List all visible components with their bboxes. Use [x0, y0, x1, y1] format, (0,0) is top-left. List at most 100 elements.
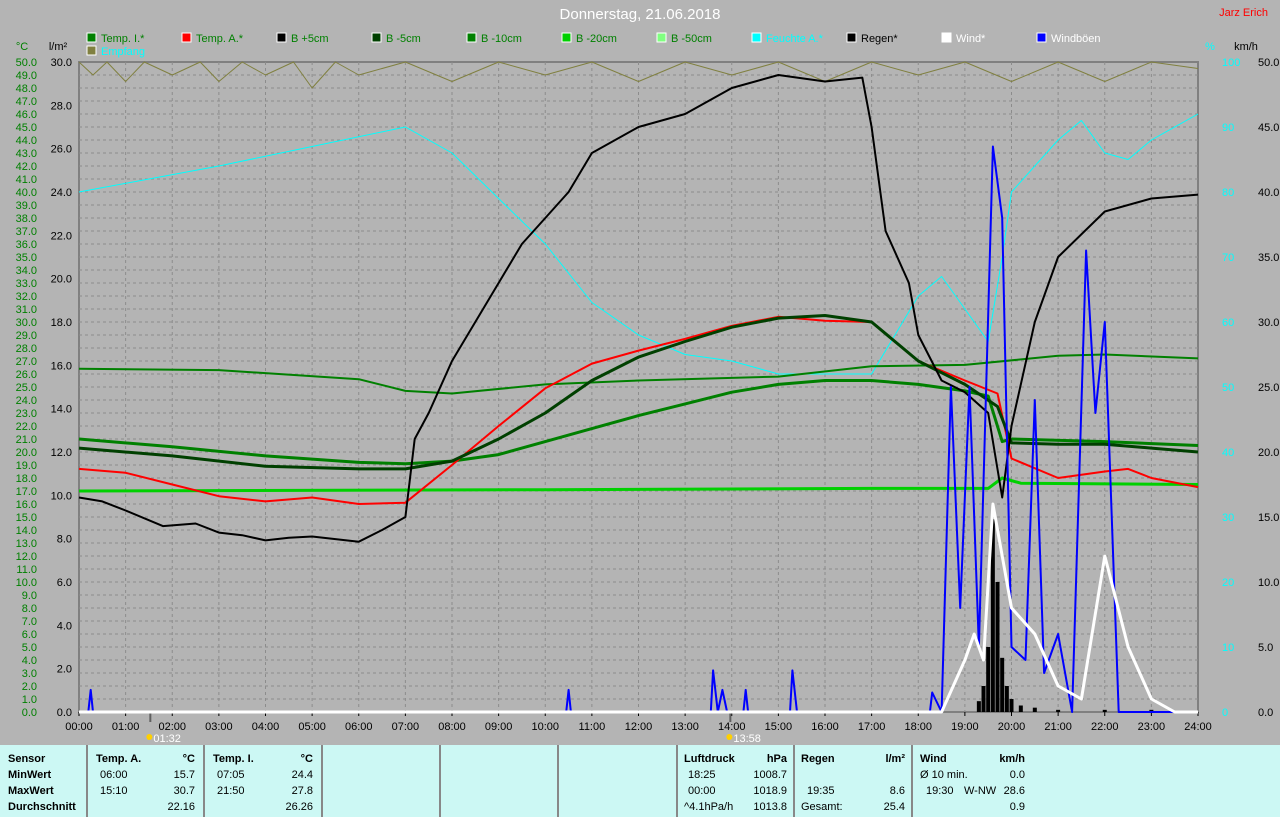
- legend-swatch: [86, 32, 97, 43]
- left2-unit-label: l/m²: [49, 41, 68, 53]
- left2-tick-label: 8.0: [57, 534, 72, 546]
- legend-swatch: [941, 32, 952, 43]
- right1-tick-label: 70: [1222, 252, 1234, 264]
- temp-i-avg: 26.26: [285, 801, 313, 813]
- temp-i-column: Temp. I. °C 07:05 24.4 21:50 27.8 26.26: [205, 745, 323, 817]
- x-tick-label: 16:00: [811, 721, 839, 733]
- rain-max: 8.6: [889, 785, 905, 797]
- left1-tick-label: 1.0: [22, 694, 37, 706]
- right1-tick-label: 40: [1222, 447, 1234, 459]
- left1-tick-label: 4.0: [22, 655, 37, 667]
- max-label: MaxWert: [8, 785, 54, 797]
- left2-tick-label: 24.0: [51, 187, 72, 199]
- left1-tick-label: 46.0: [16, 109, 37, 121]
- legend-label: Temp. A.*: [196, 33, 244, 45]
- sensor-header: Sensor: [8, 753, 46, 765]
- left1-tick-label: 41.0: [16, 174, 37, 186]
- left1-tick-label: 47.0: [16, 96, 37, 108]
- right2-tick-label: 0.0: [1258, 707, 1273, 719]
- left1-tick-label: 27.0: [16, 356, 37, 368]
- temp-a-min-time: 06:00: [100, 769, 128, 781]
- right1-tick-label: 90: [1222, 122, 1234, 134]
- left1-tick-label: 22.0: [16, 421, 37, 433]
- left1-tick-label: 16.0: [16, 499, 37, 511]
- legend-swatch: [466, 32, 477, 43]
- left1-tick-label: 33.0: [16, 278, 37, 290]
- left1-tick-label: 17.0: [16, 486, 37, 498]
- left1-tick-label: 12.0: [16, 551, 37, 563]
- left1-tick-label: 11.0: [16, 564, 37, 576]
- left1-tick-label: 49.0: [16, 70, 37, 82]
- wind-unit: km/h: [999, 753, 1025, 765]
- wind-day-avg: 0.9: [1009, 801, 1025, 813]
- x-tick-label: 18:00: [904, 721, 932, 733]
- empty-column: [441, 745, 559, 817]
- sensor-column: Sensor MinWert MaxWert Durchschnitt: [0, 745, 88, 817]
- right2-tick-label: 25.0: [1258, 382, 1279, 394]
- left1-tick-label: 50.0: [16, 57, 37, 69]
- left1-tick-label: 25.0: [16, 382, 37, 394]
- rain-bar: [1056, 709, 1061, 712]
- sun-icon: [146, 734, 153, 740]
- x-tick-label: 19:00: [951, 721, 979, 733]
- left1-tick-label: 44.0: [16, 135, 37, 147]
- right2-tick-label: 45.0: [1258, 122, 1279, 134]
- x-tick-label: 10:00: [531, 721, 559, 733]
- left1-tick-label: 43.0: [16, 148, 37, 160]
- x-tick-label: 06:00: [345, 721, 373, 733]
- temp-i-header: Temp. I.: [213, 753, 254, 765]
- weather-chart: 00:00 01:00 02:00 03:00 04:00 05:00 06:00 07:00…: [16, 32, 1279, 745]
- legend-label: Feuchte A.*: [766, 33, 824, 45]
- right2-tick-label: 40.0: [1258, 187, 1279, 199]
- legend-swatch: [751, 32, 762, 43]
- left1-tick-label: 14.0: [16, 525, 37, 537]
- x-tick-label: 24:00: [1184, 721, 1212, 733]
- rain-bar: [981, 686, 986, 712]
- legend-swatch: [846, 32, 857, 43]
- x-tick-label: 17:00: [858, 721, 886, 733]
- left1-tick-label: 10.0: [16, 577, 37, 589]
- left2-tick-label: 0.0: [57, 707, 72, 719]
- legend-label: B -20cm: [576, 33, 617, 45]
- left1-tick-label: 26.0: [16, 369, 37, 381]
- x-tick-label: 00:00: [65, 721, 93, 733]
- x-tick-label: 08:00: [438, 721, 466, 733]
- x-tick-label: 21:00: [1044, 721, 1072, 733]
- rain-unit: l/m²: [885, 753, 905, 765]
- left1-tick-label: 2.0: [22, 681, 37, 693]
- x-tick-label: 20:00: [998, 721, 1026, 733]
- x-tick-label: 09:00: [485, 721, 513, 733]
- pressure-avg: 1013.8: [753, 801, 787, 813]
- legend-label: Regen*: [861, 33, 898, 45]
- rain-total-label: Gesamt:: [801, 801, 843, 813]
- left1-tick-label: 35.0: [16, 252, 37, 264]
- rain-bar: [1018, 705, 1023, 712]
- legend-swatch: [371, 32, 382, 43]
- temp-a-header: Temp. A.: [96, 753, 142, 765]
- left2-tick-label: 14.0: [51, 404, 72, 416]
- left1-tick-label: 13.0: [16, 538, 37, 550]
- temp-a-min: 15.7: [173, 769, 195, 781]
- right2-tick-label: 5.0: [1258, 642, 1273, 654]
- left1-tick-label: 38.0: [16, 213, 37, 225]
- left2-tick-label: 2.0: [57, 664, 72, 676]
- rain-bar: [1000, 657, 1005, 712]
- temp-i-min: 24.4: [291, 769, 313, 781]
- x-tick-label: 05:00: [298, 721, 326, 733]
- pressure-min-time: 18:25: [688, 769, 716, 781]
- wind-max-time: 19:30: [926, 785, 954, 797]
- right2-tick-label: 10.0: [1258, 577, 1279, 589]
- right1-tick-label: 30: [1222, 512, 1234, 524]
- wind-header: Wind: [920, 753, 947, 765]
- right1-tick-label: 100: [1222, 57, 1240, 69]
- temp-i-max: 27.8: [291, 785, 313, 797]
- rain-bar: [1009, 699, 1014, 712]
- legend-swatch: [656, 32, 667, 43]
- x-tick-label: 11:00: [579, 721, 606, 733]
- left1-tick-label: 36.0: [16, 239, 37, 251]
- left1-tick-label: 30.0: [16, 317, 37, 329]
- pressure-max-time: 00:00: [688, 785, 716, 797]
- rain-bar: [1032, 707, 1037, 712]
- legend-label: B +5cm: [291, 33, 329, 45]
- left1-tick-label: 20.0: [16, 447, 37, 459]
